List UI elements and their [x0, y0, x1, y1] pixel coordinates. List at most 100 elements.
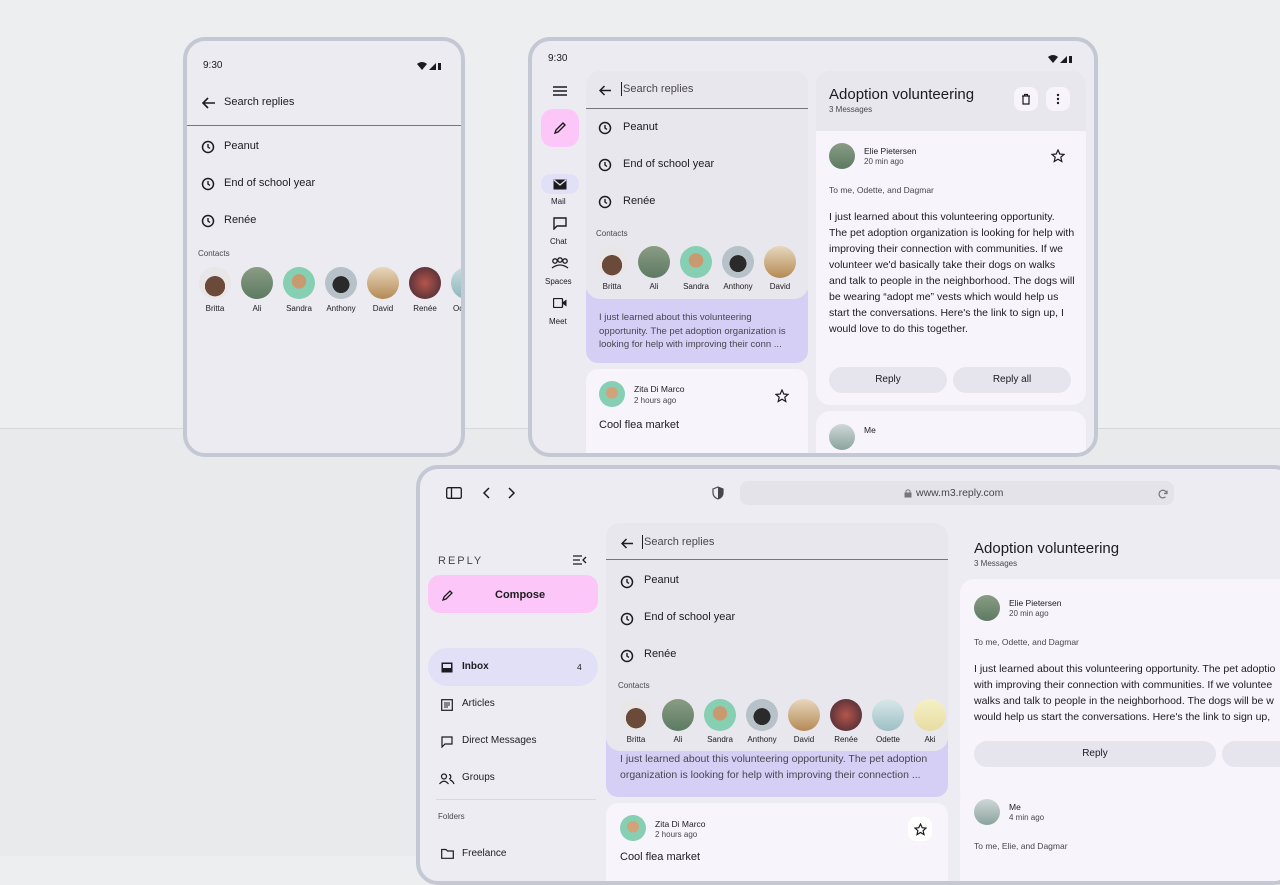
recent-search-item[interactable]: End of school year	[623, 158, 714, 170]
groups-icon[interactable]	[439, 772, 455, 785]
search-input[interactable]: Search replies	[644, 536, 714, 548]
edit-icon	[440, 588, 454, 602]
folder-icon[interactable]	[440, 847, 454, 859]
contact-avatar[interactable]	[830, 699, 862, 731]
message-sender: Elie Pietersen	[864, 146, 917, 156]
rail-label-mail[interactable]: Mail	[551, 197, 566, 206]
menu-icon[interactable]	[550, 84, 570, 98]
nav-label-articles[interactable]: Articles	[462, 698, 495, 709]
forward-icon[interactable]	[504, 485, 520, 501]
contact-avatar[interactable]	[704, 699, 736, 731]
chat-icon[interactable]	[550, 215, 570, 231]
contact-avatar[interactable]	[596, 246, 628, 278]
tablet-frame: 9:30 Mail Chat Spaces Meet I just learne…	[528, 37, 1098, 457]
message-time: 20 min ago	[1009, 609, 1049, 618]
contact-avatar[interactable]	[367, 267, 399, 299]
contact-avatar[interactable]	[620, 699, 652, 731]
email-card[interactable]	[606, 803, 948, 881]
contact-name: Ali	[673, 735, 683, 744]
star-icon[interactable]	[774, 388, 790, 404]
search-divider	[187, 125, 461, 126]
message-sender: Me	[864, 425, 876, 435]
phone-frame: 9:30 Search replies Peanut End of school…	[183, 37, 465, 457]
rail-label-meet[interactable]: Meet	[549, 317, 567, 326]
reply-all-button[interactable]: Reply all	[953, 367, 1071, 393]
reply-button[interactable]: Reply	[829, 367, 947, 393]
message-card	[960, 787, 1280, 881]
shield-icon[interactable]	[710, 485, 726, 501]
recent-search-item[interactable]: Renée	[644, 648, 676, 660]
mail-icon[interactable]	[541, 174, 579, 194]
video-icon[interactable]	[550, 295, 570, 311]
history-icon	[199, 138, 217, 156]
contact-avatar[interactable]	[722, 246, 754, 278]
recent-search-item[interactable]: End of school year	[644, 611, 735, 623]
contact-name: Ali	[649, 282, 659, 291]
contact-avatar[interactable]	[283, 267, 315, 299]
contact-avatar[interactable]	[638, 246, 670, 278]
contact-name: Sandra	[286, 304, 312, 313]
url-text[interactable]: www.m3.reply.com	[916, 487, 1003, 499]
recent-search-item[interactable]: Peanut	[644, 574, 679, 586]
contact-avatar[interactable]	[451, 267, 461, 299]
article-icon[interactable]	[440, 698, 454, 711]
contact-avatar[interactable]	[746, 699, 778, 731]
recent-search-item[interactable]: Renée	[623, 195, 655, 207]
sender-avatar	[974, 595, 1000, 621]
back-arrow-icon[interactable]	[199, 95, 219, 111]
message-count: 3 Messages	[974, 559, 1018, 568]
star-icon[interactable]	[1050, 148, 1066, 164]
recent-search-item[interactable]: End of school year	[224, 177, 315, 189]
message-sender: Me	[1009, 802, 1021, 812]
contact-name: Britta	[602, 282, 622, 291]
delete-icon[interactable]	[1014, 87, 1038, 111]
nav-label-freelance[interactable]: Freelance	[462, 848, 506, 859]
contact-avatar[interactable]	[199, 267, 231, 299]
nav-label-inbox: Inbox	[462, 661, 489, 672]
contact-avatar[interactable]	[788, 699, 820, 731]
search-input[interactable]: Search replies	[224, 96, 294, 108]
status-icons	[416, 61, 442, 71]
back-arrow-icon[interactable]	[618, 536, 636, 550]
search-input[interactable]: Search replies	[623, 83, 693, 95]
email-card[interactable]	[586, 369, 808, 453]
contact-avatar[interactable]	[662, 699, 694, 731]
star-icon[interactable]	[908, 817, 932, 841]
message-time: 20 min ago	[864, 157, 904, 166]
contacts-label: Contacts	[198, 249, 230, 258]
contact-avatar[interactable]	[409, 267, 441, 299]
contact-avatar[interactable]	[680, 246, 712, 278]
contact-avatar[interactable]	[241, 267, 273, 299]
message-recipients: To me, Elie, and Dagmar	[974, 841, 1068, 851]
back-icon[interactable]	[478, 485, 494, 501]
desktop-browser-frame: www.m3.reply.com REPLY Compose Inbox 4 A…	[416, 465, 1280, 885]
contact-avatar[interactable]	[325, 267, 357, 299]
reload-icon[interactable]	[1157, 488, 1169, 500]
nav-label-direct-messages[interactable]: Direct Messages	[462, 735, 536, 746]
reply-button[interactable]: Reply	[974, 741, 1216, 767]
contact-avatar[interactable]	[764, 246, 796, 278]
nav-label-groups[interactable]: Groups	[462, 772, 495, 783]
back-arrow-icon[interactable]	[596, 83, 614, 97]
text-cursor	[621, 82, 622, 96]
chat-icon[interactable]	[440, 735, 454, 748]
contact-name: Odette	[875, 735, 900, 744]
menu-open-icon[interactable]	[572, 553, 588, 567]
contact-avatar[interactable]	[914, 699, 946, 731]
recent-search-item[interactable]: Peanut	[623, 121, 658, 133]
more-vert-icon[interactable]	[1046, 87, 1070, 111]
contact-avatar[interactable]	[872, 699, 904, 731]
rail-label-chat[interactable]: Chat	[550, 237, 567, 246]
nav-divider	[436, 799, 596, 800]
spaces-icon[interactable]	[549, 255, 571, 271]
rail-label-spaces[interactable]: Spaces	[545, 277, 572, 286]
history-icon	[199, 212, 217, 230]
reply-all-button[interactable]	[1222, 741, 1280, 767]
contact-name: Anthony	[723, 282, 753, 291]
recent-search-item[interactable]: Peanut	[224, 140, 259, 152]
compose-fab[interactable]	[541, 109, 579, 147]
recent-search-item[interactable]: Renée	[224, 214, 256, 226]
sidebar-toggle-icon[interactable]	[444, 485, 464, 501]
search-divider	[606, 559, 948, 560]
contacts-label: Contacts	[596, 229, 628, 238]
